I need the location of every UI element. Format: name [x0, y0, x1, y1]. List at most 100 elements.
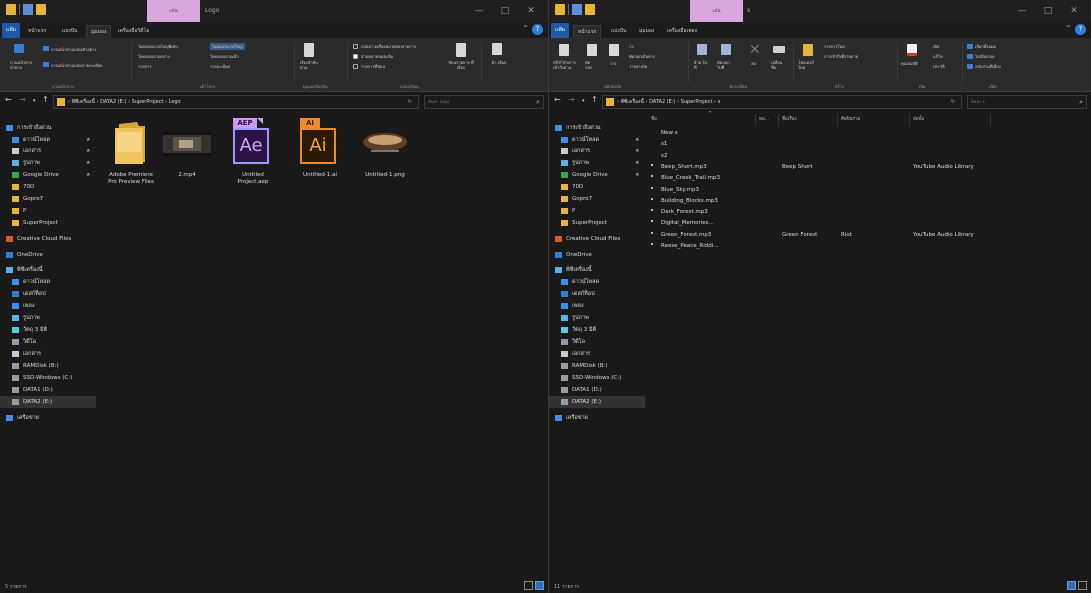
- move-to-button[interactable]: ย้าย ไปที่: [694, 60, 708, 70]
- details-pane-button[interactable]: บานหน้าต่างแสดงรายละเอียด: [51, 62, 103, 69]
- breadcrumb-superproject[interactable]: SuperProject: [132, 99, 164, 105]
- layout-xl-icons[interactable]: ไอคอนขนาดใหญ่พิเศษ: [138, 43, 178, 50]
- column-divider[interactable]: [909, 114, 910, 126]
- new-folder-icon[interactable]: [36, 4, 46, 15]
- help-icon[interactable]: ?: [532, 24, 543, 35]
- up-icon[interactable]: ↑: [591, 95, 598, 104]
- checkbox-icon[interactable]: [353, 44, 358, 49]
- refresh-icon[interactable]: ↻: [951, 96, 955, 108]
- nav-item[interactable]: Google Drive ★: [549, 169, 645, 181]
- nav-item[interactable]: SSD-Windows (C:): [0, 372, 96, 384]
- new-item-button[interactable]: รายการใหม่: [824, 43, 845, 50]
- invert-selection-button[interactable]: สลับส่วนที่เลือก: [975, 63, 1001, 70]
- nav-item[interactable]: เอกสาร: [549, 348, 645, 360]
- nav-item[interactable]: Gopro7: [0, 193, 96, 205]
- search-input[interactable]: ค้นหา s ⌕: [967, 95, 1087, 109]
- ribbon-collapse-icon[interactable]: ^: [1066, 25, 1071, 32]
- layout-list[interactable]: รายการ: [138, 63, 152, 70]
- nav-pane-button[interactable]: บานหน้าต่าง นำทาง: [10, 60, 40, 70]
- hidden-items-option[interactable]: รายการที่ซ่อน: [361, 63, 385, 70]
- column-name[interactable]: ชื่อ: [651, 114, 657, 126]
- pin-icon[interactable]: ★: [86, 157, 90, 169]
- paste-button[interactable]: วาง: [610, 60, 616, 67]
- column-title[interactable]: ชื่อเรื่อง: [782, 114, 797, 126]
- breadcrumb-superproject[interactable]: SuperProject: [681, 99, 713, 105]
- pin-icon[interactable]: ★: [635, 169, 639, 181]
- nav-item[interactable]: OneDrive: [549, 249, 645, 261]
- column-track-number[interactable]: หม...: [759, 114, 769, 126]
- select-all-button[interactable]: เลือกทั้งหมด: [975, 43, 996, 50]
- layout-small-icons[interactable]: ไอคอนขนาดเล็ก: [210, 53, 239, 60]
- up-icon[interactable]: ↑: [42, 95, 49, 104]
- tab-share[interactable]: แบ่งปัน: [607, 25, 630, 38]
- refresh-icon[interactable]: ↻: [408, 96, 412, 108]
- breadcrumb-this-pc[interactable]: พีซีเครื่องนี้: [621, 99, 644, 105]
- nav-item[interactable]: SSD-Windows (C:): [549, 372, 645, 384]
- properties-icon[interactable]: [572, 4, 582, 15]
- file-item[interactable]: Adobe Premiere Pro Preview Files: [105, 118, 157, 185]
- nav-item[interactable]: Creative Cloud Files: [549, 233, 645, 245]
- copy-to-button[interactable]: คัดลอก ไปที่: [717, 60, 735, 70]
- minimize-icon[interactable]: —: [466, 0, 492, 22]
- copy-path-button[interactable]: คัดลอกเส้นทาง: [629, 53, 655, 60]
- layout-medium-icons[interactable]: ไอคอนขนาดกลาง: [138, 53, 170, 60]
- pin-icon[interactable]: ★: [86, 145, 90, 157]
- minimize-icon[interactable]: —: [1009, 0, 1035, 22]
- nav-item[interactable]: SuperProject: [0, 217, 96, 229]
- column-divider[interactable]: [755, 114, 756, 126]
- nav-item[interactable]: วิดีโอ: [549, 336, 645, 348]
- close-icon[interactable]: ✕: [1061, 0, 1087, 22]
- file-item[interactable]: 2.mp4: [161, 118, 213, 178]
- nav-item[interactable]: OneDrive: [0, 249, 96, 261]
- rename-button[interactable]: เปลี่ยน ชื่อ: [771, 60, 787, 70]
- sort-by-button[interactable]: เรียงลำดับ ตาม: [300, 60, 322, 70]
- paste-shortcut-button[interactable]: วางทางลัด: [629, 63, 647, 70]
- nav-item[interactable]: DATA1 (D:): [549, 384, 645, 396]
- nav-item[interactable]: วัตถุ 3 มิติ: [0, 324, 96, 336]
- nav-item[interactable]: วัตถุ 3 มิติ: [549, 324, 645, 336]
- address-bar[interactable]: › พีซีเครื่องนี้ › DATA2 (E:) › SuperPro…: [53, 95, 419, 109]
- nav-item[interactable]: SuperProject: [549, 217, 645, 229]
- nav-item[interactable]: เอกสาร ★: [549, 145, 645, 157]
- layout-details[interactable]: รายละเอียด: [210, 63, 230, 70]
- nav-item[interactable]: รูปภาพ ★: [549, 157, 645, 169]
- easy-access-button[interactable]: การเข้าถึงที่ง่ายดาย: [824, 53, 858, 60]
- tab-home[interactable]: หน้าแรก: [24, 25, 50, 38]
- column-contributing-artists[interactable]: ศิลปินร่วม: [841, 114, 860, 126]
- maximize-icon[interactable]: □: [492, 0, 518, 22]
- pin-icon[interactable]: ★: [635, 157, 639, 169]
- tab-video-tools[interactable]: เครื่องมือวิดีโอ: [114, 25, 153, 38]
- layout-large-icons[interactable]: ไอคอนขนาดใหญ่: [210, 43, 245, 50]
- nav-item[interactable]: พีซีเครื่องนี้: [549, 264, 645, 276]
- recent-dropdown-icon[interactable]: ▾: [582, 98, 585, 104]
- tab-share[interactable]: แบ่งปัน: [58, 25, 81, 38]
- checkbox-icon[interactable]: [353, 64, 358, 69]
- properties-button[interactable]: คุณสมบัติ: [901, 60, 918, 67]
- nav-item[interactable]: Gopro7: [549, 193, 645, 205]
- large-icons-view-icon[interactable]: [1078, 581, 1087, 590]
- nav-item[interactable]: Google Drive ★: [0, 169, 96, 181]
- nav-item[interactable]: RAMDisk (B:): [549, 360, 645, 372]
- nav-item[interactable]: วิดีโอ: [0, 336, 96, 348]
- breadcrumb-data2[interactable]: DATA2 (E:): [100, 99, 126, 105]
- tab-file[interactable]: แฟ้ม: [2, 23, 21, 38]
- checkbox-checked-icon[interactable]: [353, 54, 358, 59]
- column-divider[interactable]: [990, 114, 991, 126]
- back-icon[interactable]: ←: [5, 95, 12, 104]
- nav-item[interactable]: DATA2 (E:): [0, 396, 96, 408]
- nav-item[interactable]: P: [0, 205, 96, 217]
- large-icons-view-icon[interactable]: [535, 581, 544, 590]
- nav-item[interactable]: เพลง: [0, 300, 96, 312]
- nav-item[interactable]: เครือข่าย: [549, 412, 645, 424]
- nav-item[interactable]: ดาวน์โหลด: [0, 276, 96, 288]
- breadcrumb-logo[interactable]: Logo: [169, 99, 181, 105]
- folder-icon[interactable]: [6, 4, 16, 15]
- history-button[interactable]: ประวัติ: [933, 63, 945, 70]
- forward-icon[interactable]: →: [568, 95, 575, 104]
- nav-item[interactable]: 70D: [549, 181, 645, 193]
- nav-item[interactable]: RAMDisk (B:): [0, 360, 96, 372]
- details-view-icon[interactable]: [1067, 581, 1076, 590]
- item-checkboxes-option[interactable]: กล่องกาเครื่องหมายของรายการ: [361, 43, 416, 50]
- new-folder-button[interactable]: โฟลเดอร์ ใหม่: [798, 60, 820, 70]
- cut-button[interactable]: ตัด: [629, 43, 634, 50]
